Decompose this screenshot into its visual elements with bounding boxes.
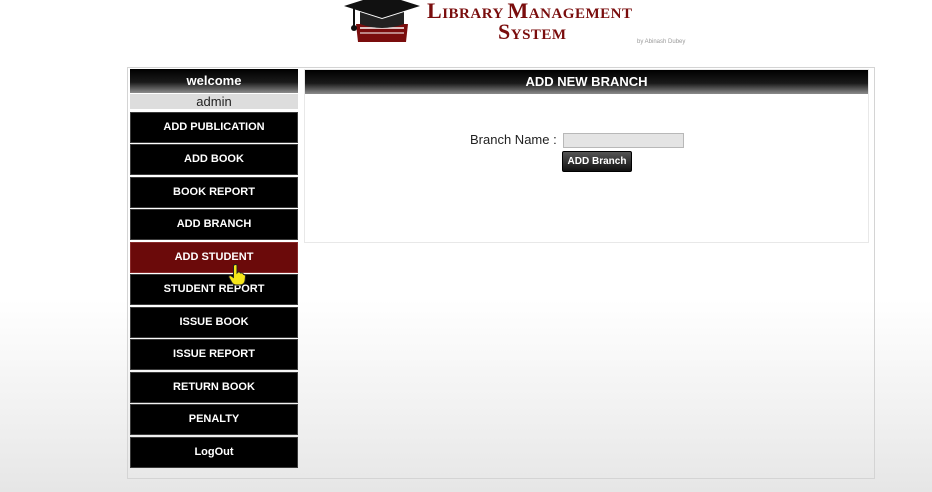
menu-logout-button[interactable]: LogOut: [130, 437, 298, 468]
sidebar-username: admin: [130, 94, 298, 109]
author-credit: by Abinash Dubey: [637, 39, 686, 45]
hand-pointer-icon: [228, 264, 246, 286]
sidebar: welcome admin ADD PUBLICATION ADD BOOK B…: [130, 69, 298, 468]
menu-add-branch-button[interactable]: ADD BRANCH: [130, 209, 298, 240]
app-title-line2: SYSTEM: [498, 19, 567, 44]
menu-add-publication-button[interactable]: ADD PUBLICATION: [130, 112, 298, 143]
menu-add-student-button[interactable]: ADD STUDENT: [130, 242, 298, 273]
menu-issue-report-button[interactable]: ISSUE REPORT: [130, 339, 298, 370]
sidebar-welcome-heading: welcome: [130, 69, 298, 93]
branch-name-input[interactable]: [563, 133, 684, 148]
menu-student-report-button[interactable]: STUDENT REPORT: [130, 274, 298, 305]
menu-book-report-button[interactable]: BOOK REPORT: [130, 177, 298, 208]
menu-penalty-button[interactable]: PENALTY: [130, 404, 298, 435]
add-branch-submit-button[interactable]: ADD Branch: [562, 151, 632, 172]
panel-title: ADD NEW BRANCH: [305, 70, 868, 94]
branch-name-label: Branch Name :: [470, 132, 557, 147]
menu-issue-book-button[interactable]: ISSUE BOOK: [130, 307, 298, 338]
add-branch-panel: ADD NEW BRANCH Branch Name : ADD Branch: [304, 69, 869, 243]
menu-return-book-button[interactable]: RETURN BOOK: [130, 372, 298, 403]
menu-add-book-button[interactable]: ADD BOOK: [130, 144, 298, 175]
page-header: LIBRARY MANAGEMENT SYSTEM by Abinash Dub…: [0, 0, 932, 60]
graduation-cap-books-icon: [344, 0, 420, 42]
